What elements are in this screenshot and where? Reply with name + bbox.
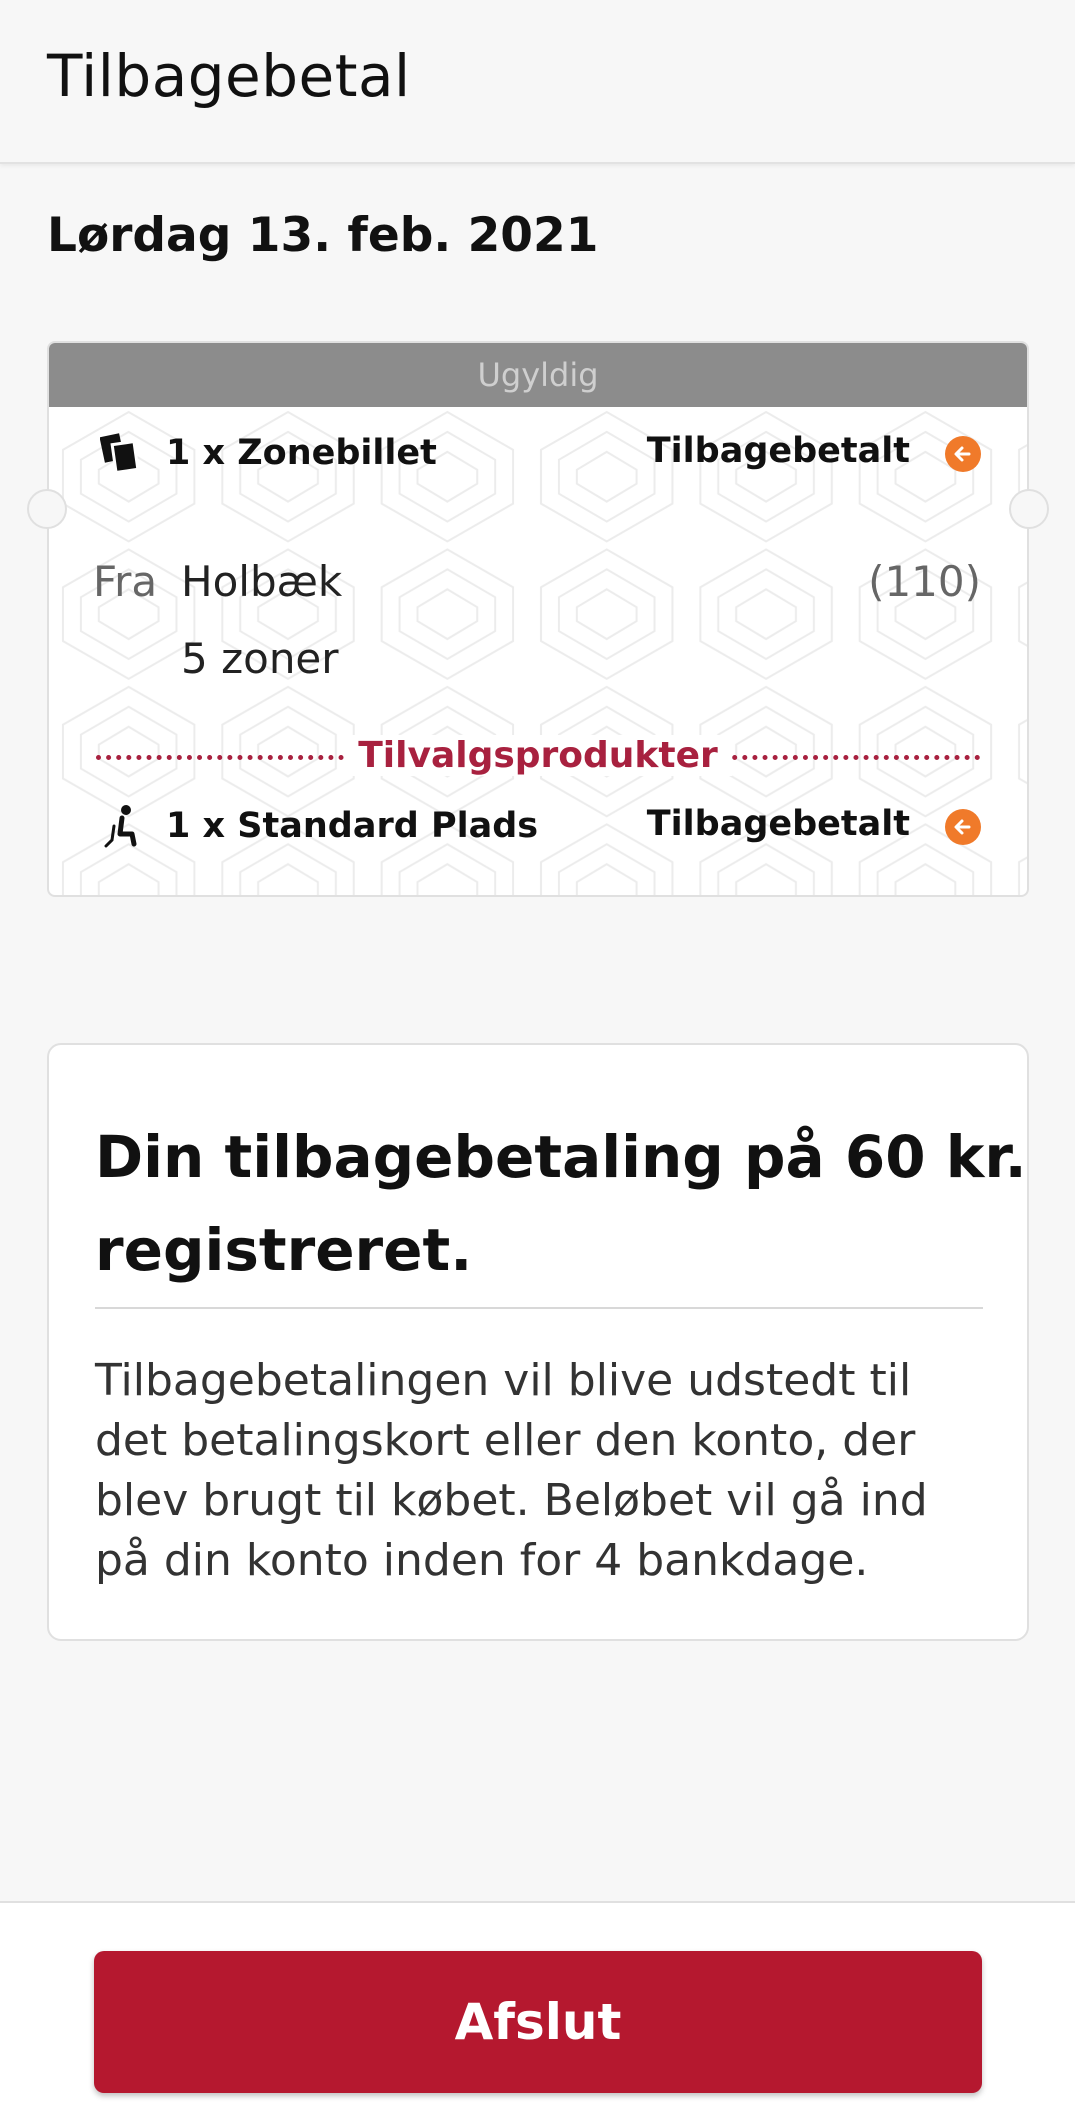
- app-header: Tilbagebetal: [0, 0, 1075, 164]
- addon-refund-status: Tilbagebetalt: [646, 804, 910, 844]
- refund-arrow-icon: [945, 809, 981, 845]
- page-title: Tilbagebetal: [47, 42, 411, 110]
- confirmation-body-line: Tilbagebetalingen vil blive udstedt til: [95, 1355, 912, 1406]
- addons-label: Tilvalgsprodukter: [344, 735, 732, 776]
- confirmation-title-line: registreret.: [95, 1216, 473, 1284]
- travel-date: Lørdag 13. feb. 2021: [47, 208, 599, 263]
- bottom-action-bar: Afslut: [0, 1901, 1075, 2111]
- ticket-notch-left: [27, 489, 67, 529]
- from-label: Fra: [93, 557, 158, 606]
- finish-button[interactable]: Afslut: [94, 1951, 982, 2093]
- product-refund-status: Tilbagebetalt: [646, 431, 910, 471]
- confirmation-body-line: blev brugt til købet. Beløbet vil gå ind: [95, 1475, 928, 1526]
- tickets-icon: [99, 431, 144, 475]
- ticket-notch-right: [1009, 489, 1049, 529]
- confirmation-title-line: Din tilbagebetaling på 60 kr. er: [95, 1123, 1029, 1191]
- confirmation-body-line: det betalingskort eller den konto, der: [95, 1415, 916, 1466]
- refund-confirmation-card: Din tilbagebetaling på 60 kr. er registr…: [47, 1043, 1029, 1641]
- refund-arrow-icon: [945, 436, 981, 472]
- product-label: 1 x Zonebillet: [166, 433, 437, 473]
- confirmation-title: Din tilbagebetaling på 60 kr. er registr…: [95, 1111, 1029, 1297]
- confirmation-body-line: på din konto inden for 4 bankdage.: [95, 1535, 869, 1586]
- zone-count: 5 zoner: [181, 634, 339, 683]
- addon-label: 1 x Standard Plads: [166, 806, 539, 846]
- addons-divider: Tilvalgsprodukter: [96, 731, 980, 781]
- divider: [95, 1307, 983, 1309]
- zone-code: (110): [868, 557, 981, 606]
- product-row: 1 x Zonebillet: [99, 431, 437, 475]
- seat-icon: [100, 804, 144, 848]
- from-station: Holbæk: [181, 557, 343, 606]
- ticket-status-bar: Ugyldig: [49, 343, 1027, 407]
- addon-row: 1 x Standard Plads: [100, 804, 538, 848]
- confirmation-body: Tilbagebetalingen vil blive udstedt til …: [95, 1351, 995, 1591]
